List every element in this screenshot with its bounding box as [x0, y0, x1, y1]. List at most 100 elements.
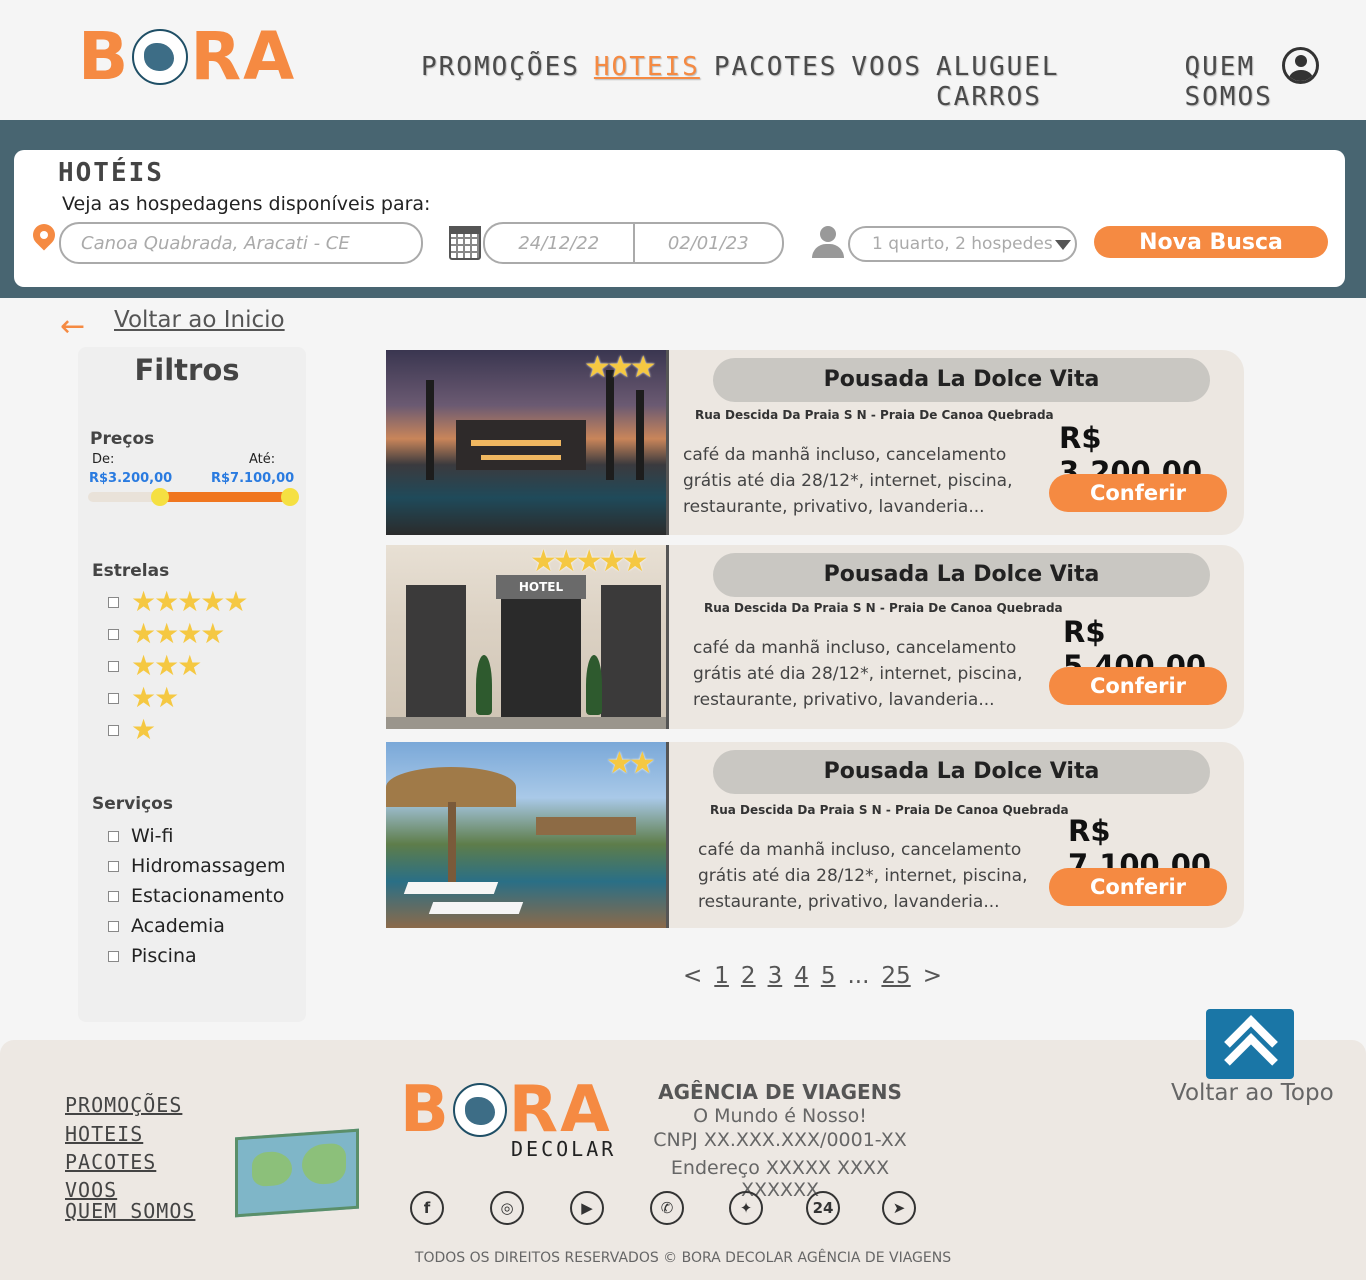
- service-filter-estacionamento[interactable]: Estacionamento: [108, 885, 284, 907]
- services-filter-label: Serviços: [92, 794, 173, 814]
- destination-input[interactable]: Canoa Quabrada, Aracati - CE: [59, 222, 423, 264]
- prev-page-button[interactable]: <: [683, 963, 702, 989]
- date-range-input[interactable]: 24/12/22 02/01/23: [483, 222, 784, 264]
- checkbox[interactable]: [108, 890, 119, 902]
- checkbox[interactable]: [108, 860, 119, 872]
- price-range-slider[interactable]: [88, 488, 299, 506]
- nav-item-quem-somos[interactable]: QUEM SOMOS: [1185, 52, 1353, 112]
- footer-brand-tagline: DECOLAR: [511, 1137, 617, 1161]
- checkbox[interactable]: [108, 692, 119, 704]
- telegram-icon[interactable]: ➤: [882, 1191, 916, 1225]
- youtube-icon[interactable]: ▶: [570, 1191, 604, 1225]
- hotel-address: Rua Descida Da Praia S N - Praia De Cano…: [710, 803, 1069, 817]
- price-max-handle[interactable]: [281, 488, 299, 506]
- price-from-value: R$3.200,00: [89, 471, 173, 486]
- service-filter-piscina[interactable]: Piscina: [108, 945, 197, 967]
- check-hotel-button[interactable]: Conferir: [1049, 868, 1227, 906]
- check-hotel-button[interactable]: Conferir: [1049, 474, 1227, 512]
- stars-icon: ★: [131, 713, 156, 746]
- hotel-address: Rua Descida Da Praia S N - Praia De Cano…: [695, 408, 1054, 422]
- hotel-card: ★★★ Pousada La Dolce Vita Rua Descida Da…: [386, 350, 1244, 535]
- stars-icon: ★★: [131, 681, 179, 714]
- footer-nav-pacotes[interactable]: PACOTES: [65, 1150, 156, 1174]
- price-min-handle[interactable]: [151, 488, 169, 506]
- instagram-icon[interactable]: ◎: [490, 1191, 524, 1225]
- footer-nav-hoteis[interactable]: HOTEIS: [65, 1122, 143, 1146]
- stars-icon: ★★★★★: [131, 585, 249, 618]
- checkbox[interactable]: [108, 596, 119, 608]
- location-pin-icon: [28, 219, 60, 251]
- checkbox[interactable]: [108, 628, 119, 640]
- star-filter-4[interactable]: ★★★★: [108, 617, 225, 650]
- chevron-down-icon: [1055, 240, 1071, 250]
- nav-item-pacotes[interactable]: PACOTES: [714, 52, 838, 112]
- user-circle-icon[interactable]: [1282, 47, 1319, 84]
- search-subtitle: Veja as hospedagens disponíveis para:: [62, 193, 431, 215]
- pagination: < 1 2 3 4 5 ... 25 >: [683, 963, 942, 989]
- page-link-2[interactable]: 2: [741, 963, 756, 989]
- checkin-date-field[interactable]: 24/12/22: [485, 233, 633, 254]
- hotel-stars-icon: ★★: [606, 746, 656, 781]
- search-card: HOTÉIS Veja as hospedagens disponíveis p…: [14, 150, 1345, 287]
- hotel-address: Rua Descida Da Praia S N - Praia De Cano…: [704, 601, 1063, 615]
- stars-filter-label: Estrelas: [92, 561, 170, 581]
- twitter-icon[interactable]: ✦: [729, 1191, 763, 1225]
- nav-item-hoteis[interactable]: HOTEIS: [594, 52, 700, 112]
- footer-brand-logo: B RA: [400, 1075, 612, 1145]
- nav-item-promocoes[interactable]: PROMOÇÕES: [421, 52, 580, 112]
- guests-value: 1 quarto, 2 hospedes: [872, 234, 1053, 254]
- checkbox[interactable]: [108, 950, 119, 962]
- agency-cnpj: CNPJ XX.XXX.XXX/0001-XX: [653, 1129, 907, 1151]
- page-link-5[interactable]: 5: [821, 963, 836, 989]
- page-link-3[interactable]: 3: [768, 963, 783, 989]
- logo-text-prefix: B: [400, 1073, 451, 1147]
- page-title: HOTÉIS: [58, 158, 164, 188]
- page-link-1[interactable]: 1: [714, 963, 729, 989]
- back-to-top-link[interactable]: Voltar ao Topo: [1171, 1080, 1334, 1106]
- page-link-4[interactable]: 4: [794, 963, 809, 989]
- footer-nav-quem-somos[interactable]: QUEM SOMOS: [65, 1199, 195, 1223]
- phone-24h-icon[interactable]: 24: [806, 1191, 840, 1225]
- arrow-left-icon[interactable]: ←: [60, 312, 85, 342]
- price-range-fill: [158, 492, 290, 502]
- service-filter-academia[interactable]: Academia: [108, 915, 225, 937]
- check-hotel-button[interactable]: Conferir: [1049, 667, 1227, 705]
- service-label: Hidromassagem: [131, 855, 286, 877]
- page-link-last[interactable]: 25: [881, 963, 910, 989]
- hotel-stars-icon: ★★★: [584, 350, 657, 385]
- nav-item-voos[interactable]: VOOS: [851, 52, 922, 112]
- photo-lights: [481, 455, 561, 460]
- checkout-date-field[interactable]: 02/01/23: [635, 233, 783, 254]
- whatsapp-icon[interactable]: ✆: [650, 1191, 684, 1225]
- photo-lounger: [428, 902, 524, 914]
- hotel-description: café da manhã incluso, cancelamento grát…: [683, 445, 1013, 517]
- checkbox[interactable]: [108, 830, 119, 842]
- facebook-icon[interactable]: f: [410, 1191, 444, 1225]
- hotel-name: Pousada La Dolce Vita: [713, 358, 1210, 402]
- star-filter-5[interactable]: ★★★★★: [108, 585, 249, 618]
- nav-item-aluguel-carros[interactable]: ALUGUEL CARROS: [936, 52, 1170, 112]
- checkbox[interactable]: [108, 920, 119, 932]
- service-filter-wifi[interactable]: Wi-fi: [108, 825, 173, 847]
- star-filter-1[interactable]: ★: [108, 713, 156, 746]
- hotel-card: ★★ Pousada La Dolce Vita Rua Descida Da …: [386, 742, 1244, 928]
- checkbox[interactable]: [108, 724, 119, 736]
- chevron-up-icon[interactable]: [1206, 1009, 1294, 1079]
- footer-nav-promocoes[interactable]: PROMOÇÕES: [65, 1093, 182, 1117]
- star-filter-2[interactable]: ★★: [108, 681, 179, 714]
- hotel-stars-icon: ★★★★★: [530, 544, 649, 579]
- calendar-icon[interactable]: [449, 226, 481, 260]
- service-label: Piscina: [131, 945, 197, 967]
- photo-plant: [476, 655, 492, 715]
- checkbox[interactable]: [108, 660, 119, 672]
- photo-hut: [536, 817, 636, 835]
- star-filter-3[interactable]: ★★★: [108, 651, 202, 681]
- service-filter-hidromassagem[interactable]: Hidromassagem: [108, 855, 286, 877]
- guests-select[interactable]: 1 quarto, 2 hospedes: [848, 226, 1077, 262]
- stars-icon: ★★★★: [131, 617, 225, 650]
- next-page-button[interactable]: >: [923, 963, 942, 989]
- brand-logo[interactable]: B RA: [78, 22, 296, 92]
- back-to-home-link[interactable]: Voltar ao Inicio: [114, 307, 285, 333]
- new-search-button[interactable]: Nova Busca: [1094, 226, 1328, 258]
- photo-lounger: [403, 882, 499, 894]
